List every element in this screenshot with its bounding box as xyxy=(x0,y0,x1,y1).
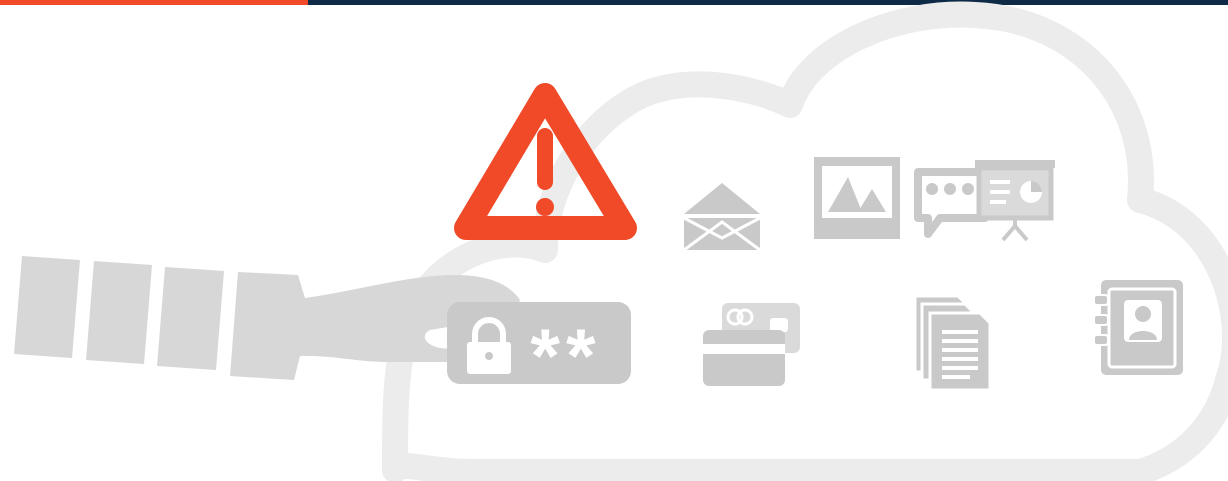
password-mask-text: ** xyxy=(530,314,601,399)
presentation-icon xyxy=(975,160,1055,242)
contacts-book-icon xyxy=(1093,280,1183,375)
email-envelope-icon xyxy=(683,183,761,252)
credit-card-icon xyxy=(703,303,800,386)
chat-bubble-icon xyxy=(914,168,989,238)
password-field: ** xyxy=(447,302,631,399)
documents-icon xyxy=(913,294,992,392)
image-icon xyxy=(814,157,900,239)
cloud-outline xyxy=(382,1,1228,481)
cloud-security-illustration: ** xyxy=(14,1,1228,481)
illustration-canvas: ** xyxy=(0,0,1228,481)
